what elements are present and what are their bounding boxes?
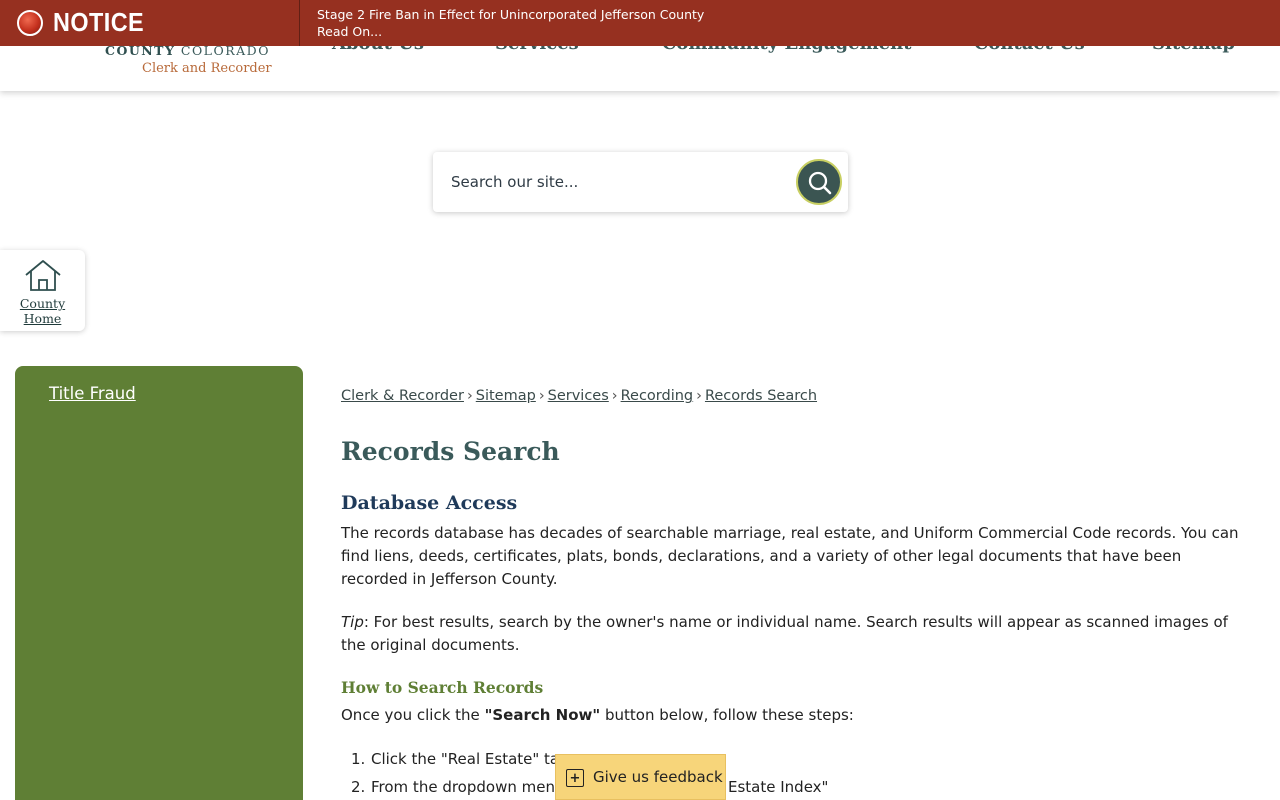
intro-after: button below, follow these steps: <box>600 706 854 724</box>
search-input[interactable] <box>451 168 781 196</box>
notice-bar: NOTICE Stage 2 Fire Ban in Effect for Un… <box>0 0 1280 46</box>
search-icon <box>808 171 832 195</box>
step-number: 1. <box>351 750 366 768</box>
county-home-line2: Home <box>23 311 62 326</box>
house-icon <box>25 260 61 291</box>
notice-message-link[interactable]: Stage 2 Fire Ban in Effect for Unincorpo… <box>317 6 704 23</box>
breadcrumb: Clerk & Recorder › Sitemap › Services › Record… <box>341 388 1246 410</box>
breadcrumb-clerk-recorder[interactable]: Clerk & Recorder <box>341 388 464 404</box>
breadcrumb-separator: › <box>611 388 618 404</box>
alert-dot-icon <box>17 10 43 36</box>
notice-title: NOTICE <box>53 7 145 37</box>
breadcrumb-sitemap[interactable]: Sitemap <box>476 388 536 404</box>
tip-label: Tip <box>341 613 364 631</box>
search-now-emphasis: "Search Now" <box>484 706 601 724</box>
site-search <box>433 152 848 212</box>
feedback-button[interactable]: + Give us feedback <box>555 754 726 800</box>
section-title-how-to-search: How to Search Records <box>341 678 544 697</box>
search-tip: Tip: For best results, search by the own… <box>341 611 1246 657</box>
search-steps-list: 1. Click the "Real Estate" ta 2. From the … <box>341 748 1246 800</box>
logo-department-text[interactable]: Clerk and Recorder <box>142 61 272 76</box>
intro-before: Once you click the <box>341 706 485 724</box>
search-button[interactable] <box>796 159 842 205</box>
breadcrumb-separator: › <box>696 388 702 404</box>
step-item: 1. Click the "Real Estate" ta <box>341 748 1246 776</box>
breadcrumb-separator: › <box>466 388 473 404</box>
notice-message-area: Stage 2 Fire Ban in Effect for Unincorpo… <box>317 6 704 40</box>
step-text: Click the "Real Estate" ta <box>371 750 560 768</box>
notice-read-on-link[interactable]: Read On... <box>317 23 704 40</box>
breadcrumb-records-search[interactable]: Records Search <box>705 388 817 404</box>
notice-label-area: NOTICE <box>0 0 300 46</box>
sidebar: Title Fraud <box>15 366 303 800</box>
search-instructions-intro: Once you click the "Search Now" button b… <box>341 704 854 726</box>
step-number: 2. <box>351 778 366 796</box>
section-title-database-access: Database Access <box>341 492 518 514</box>
step-text-tail: Estate Index" <box>728 778 829 796</box>
county-home-line1: County <box>19 296 66 311</box>
database-description: The records database has decades of sear… <box>341 524 1239 588</box>
sidebar-item-title-fraud[interactable]: Title Fraud <box>49 384 136 403</box>
feedback-plus-icon: + <box>566 769 584 787</box>
page-title: Records Search <box>341 437 560 466</box>
tip-text: : For best results, search by the owner'… <box>341 613 1228 654</box>
breadcrumb-recording[interactable]: Recording <box>621 388 694 404</box>
step-text: From the dropdown men <box>371 778 555 796</box>
breadcrumb-services[interactable]: Services <box>548 388 609 404</box>
county-home-button[interactable]: County Home <box>0 250 85 331</box>
step-item: 2. From the dropdown men Estate Index" <box>341 776 1246 800</box>
breadcrumb-separator: › <box>538 388 545 404</box>
main-content: Clerk & Recorder › Sitemap › Services › Record… <box>341 388 1246 796</box>
county-home-label: County Home <box>0 296 85 326</box>
feedback-label: Give us feedback <box>593 768 723 786</box>
